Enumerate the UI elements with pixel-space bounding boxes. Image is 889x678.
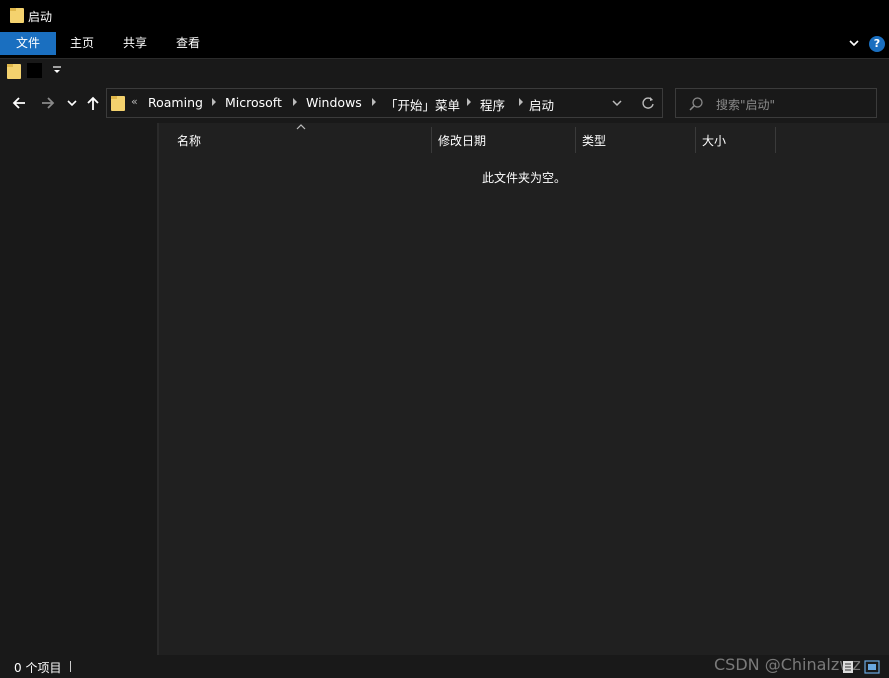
forward-arrow-icon[interactable] xyxy=(40,95,56,111)
search-input[interactable]: 搜索"启动" xyxy=(675,88,877,118)
column-divider[interactable] xyxy=(431,127,432,153)
status-bar: 0 个项目 CSDN @Chinalzwz xyxy=(0,655,889,678)
ribbon-tabs: 文件 主页 共享 查看 ? xyxy=(0,32,889,56)
folder-icon[interactable] xyxy=(7,63,21,79)
tab-share[interactable]: 共享 xyxy=(115,32,155,55)
watermark: CSDN @Chinalzwz xyxy=(714,655,861,674)
navigation-pane[interactable] xyxy=(0,123,157,655)
search-placeholder: 搜索"启动" xyxy=(716,98,776,112)
column-header-type[interactable]: 类型 xyxy=(582,132,606,149)
tab-file[interactable]: 文件 xyxy=(0,32,56,55)
chevron-down-icon[interactable] xyxy=(611,97,623,109)
chevron-down-icon[interactable] xyxy=(847,36,861,50)
column-header-name[interactable]: 名称 xyxy=(177,132,201,149)
large-icons-view-icon[interactable] xyxy=(864,660,880,674)
chevron-right-icon[interactable] xyxy=(371,98,377,106)
folder-icon xyxy=(10,8,24,23)
qat-redacted-icon[interactable] xyxy=(27,63,42,78)
folder-icon xyxy=(111,96,125,111)
back-arrow-icon[interactable] xyxy=(11,95,27,111)
window-title: 启动 xyxy=(28,10,53,24)
breadcrumb-overflow[interactable]: « xyxy=(131,95,138,108)
customize-dropdown-icon[interactable] xyxy=(52,63,62,77)
breadcrumb-item[interactable]: Windows xyxy=(306,95,362,110)
chevron-right-icon[interactable] xyxy=(211,98,217,106)
help-icon[interactable]: ? xyxy=(869,36,885,52)
column-divider[interactable] xyxy=(695,127,696,153)
chevron-right-icon[interactable] xyxy=(466,98,472,106)
tab-view[interactable]: 查看 xyxy=(168,32,208,55)
sort-ascending-icon xyxy=(296,124,306,130)
address-bar[interactable]: « Roaming Microsoft Windows 「开始」菜单 程序 启动 xyxy=(106,88,663,118)
breadcrumb-item[interactable]: Roaming xyxy=(148,95,203,110)
column-header-size[interactable]: 大小 xyxy=(702,132,726,149)
file-list[interactable]: 名称 修改日期 类型 大小 此文件夹为空。 xyxy=(159,123,889,655)
breadcrumb-item-current[interactable]: 启动 xyxy=(529,95,554,114)
item-count: 0 个项目 xyxy=(14,661,62,675)
navigation-bar: « Roaming Microsoft Windows 「开始」菜单 程序 启动… xyxy=(0,83,889,123)
column-divider[interactable] xyxy=(775,127,776,153)
search-icon xyxy=(689,97,703,111)
tab-home[interactable]: 主页 xyxy=(62,32,102,55)
column-divider[interactable] xyxy=(575,127,576,153)
up-arrow-icon[interactable] xyxy=(85,95,101,111)
chevron-right-icon[interactable] xyxy=(518,98,524,106)
title-bar: 启动 xyxy=(0,0,889,32)
recent-dropdown-icon[interactable] xyxy=(66,95,78,111)
breadcrumb-item[interactable]: Microsoft xyxy=(225,95,282,110)
chevron-right-icon[interactable] xyxy=(292,98,298,106)
quick-access-toolbar xyxy=(0,58,889,83)
column-header-date-modified[interactable]: 修改日期 xyxy=(438,132,486,149)
status-divider xyxy=(70,661,71,672)
breadcrumb-item[interactable]: 「开始」菜单 xyxy=(385,95,460,114)
details-view-icon[interactable] xyxy=(842,660,854,674)
empty-folder-message: 此文件夹为空。 xyxy=(482,171,567,185)
breadcrumb-item[interactable]: 程序 xyxy=(480,95,505,114)
refresh-icon[interactable] xyxy=(641,95,655,111)
